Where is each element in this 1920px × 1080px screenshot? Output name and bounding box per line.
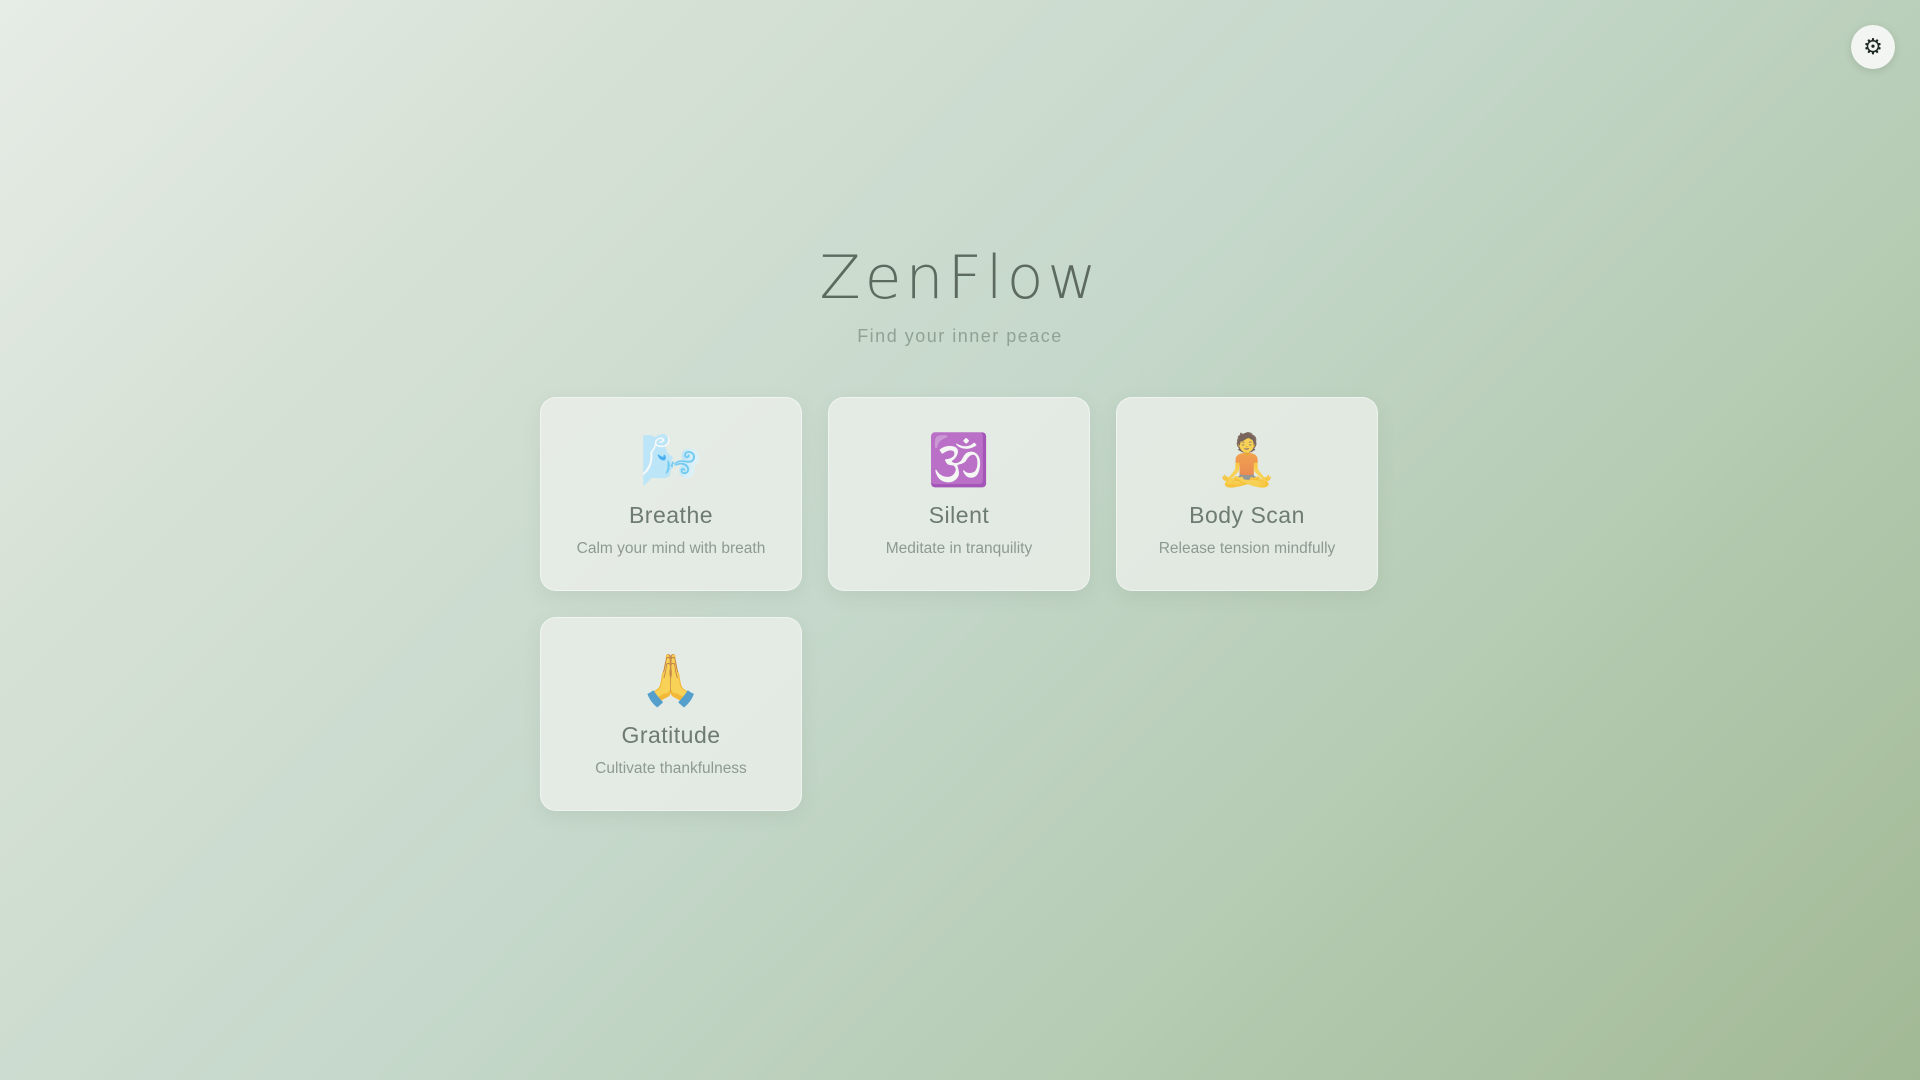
app-subtitle: Find your inner peace [857, 326, 1063, 346]
card-title: Silent [928, 502, 990, 528]
card-description: Cultivate thankfulness [595, 760, 747, 777]
folded-hands-icon: 🙏 [639, 651, 703, 709]
card-title: Body Scan [1189, 502, 1305, 528]
card-gratitude[interactable]: 🙏 Gratitude Cultivate thankfulness [540, 617, 802, 811]
card-breathe[interactable]: 🌬️ Breathe Calm your mind with breath [540, 397, 802, 591]
header: ZenFlow Find your inner peace [0, 238, 1920, 347]
om-icon: 🕉️ [927, 431, 991, 489]
card-description: Release tension mindfully [1158, 540, 1336, 557]
card-silent[interactable]: 🕉️ Silent Meditate in tranquility [828, 397, 1090, 591]
meditating-person-icon: 🧘 [1215, 431, 1279, 489]
app-title: ZenFlow [819, 243, 1101, 313]
card-body-scan[interactable]: 🧘 Body Scan Release tension mindfully [1116, 397, 1378, 591]
card-description: Meditate in tranquility [885, 540, 1033, 557]
meditation-cards-grid: 🌬️ Breathe Calm your mind with breath 🕉️… [540, 397, 1380, 811]
settings-button[interactable]: ⚙ [1851, 25, 1895, 69]
wind-icon: 🌬️ [639, 431, 703, 489]
card-title: Breathe [628, 502, 714, 528]
gear-icon: ⚙ [1863, 34, 1883, 59]
card-title: Gratitude [621, 722, 721, 748]
card-description: Calm your mind with breath [576, 540, 766, 557]
